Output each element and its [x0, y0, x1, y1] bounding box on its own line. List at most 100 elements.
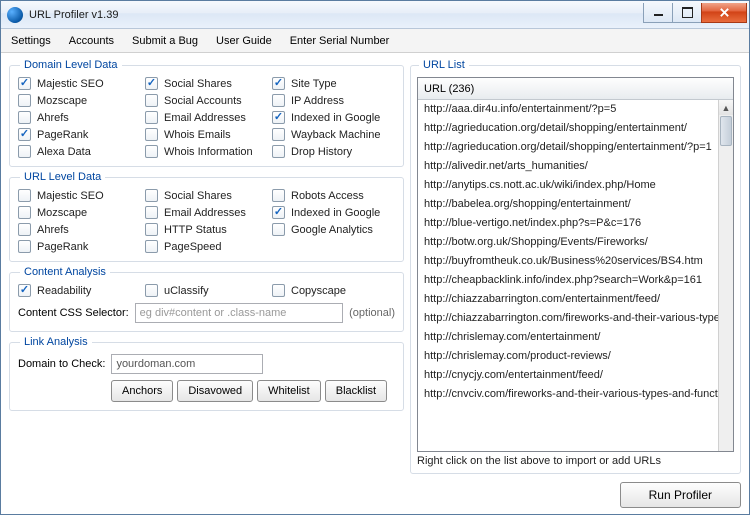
url-list-scrollbar[interactable]: ▲ — [718, 100, 733, 451]
content-checkbox-1[interactable]: uClassify — [145, 284, 268, 297]
checkbox-label: Majestic SEO — [37, 78, 104, 90]
url-checkbox-3[interactable]: Mozscape — [18, 206, 141, 219]
checkbox-icon — [272, 94, 285, 107]
url-list-item[interactable]: http://chrislemay.com/product-reviews/ — [418, 347, 718, 366]
menu-submit-bug[interactable]: Submit a Bug — [132, 35, 198, 47]
checkbox-icon — [18, 240, 31, 253]
checkbox-icon — [272, 189, 285, 202]
url-list-box[interactable]: URL (236) http://aaa.dir4u.info/entertai… — [417, 77, 734, 452]
domain-checkbox-11[interactable]: Wayback Machine — [272, 128, 395, 141]
url-list-item[interactable]: http://alivedir.net/arts_humanities/ — [418, 157, 718, 176]
domain-checkbox-2[interactable]: Site Type — [272, 77, 395, 90]
whitelist-button[interactable]: Whitelist — [257, 380, 321, 402]
domain-checkbox-4[interactable]: Social Accounts — [145, 94, 268, 107]
url-list-item[interactable]: http://cnycjy.com/entertainment/feed/ — [418, 366, 718, 385]
content-checkbox-0[interactable]: Readability — [18, 284, 141, 297]
url-checkbox-9[interactable]: PageRank — [18, 240, 141, 253]
domain-checkbox-8[interactable]: Indexed in Google — [272, 111, 395, 124]
menu-settings[interactable]: Settings — [11, 35, 51, 47]
url-list-item[interactable]: http://babelea.org/shopping/entertainmen… — [418, 195, 718, 214]
checkbox-icon — [145, 240, 158, 253]
checkbox-label: Copyscape — [291, 285, 346, 297]
url-list-item[interactable]: http://cheapbacklink.info/index.php?sear… — [418, 271, 718, 290]
menu-bar: Settings Accounts Submit a Bug User Guid… — [1, 29, 749, 53]
checkbox-icon — [272, 145, 285, 158]
url-list-header[interactable]: URL (236) — [418, 78, 733, 100]
anchors-button[interactable]: Anchors — [111, 380, 173, 402]
url-checkbox-6[interactable]: Ahrefs — [18, 223, 141, 236]
checkbox-icon — [145, 128, 158, 141]
domain-checkbox-3[interactable]: Mozscape — [18, 94, 141, 107]
domain-checkbox-5[interactable]: IP Address — [272, 94, 395, 107]
url-checkbox-0[interactable]: Majestic SEO — [18, 189, 141, 202]
url-checkbox-2[interactable]: Robots Access — [272, 189, 395, 202]
domain-checkbox-9[interactable]: PageRank — [18, 128, 141, 141]
url-checkbox-10[interactable]: PageSpeed — [145, 240, 268, 253]
domain-checkbox-10[interactable]: Whois Emails — [145, 128, 268, 141]
url-list-item[interactable]: http://chrislemay.com/entertainment/ — [418, 328, 718, 347]
checkbox-label: Indexed in Google — [291, 207, 380, 219]
checkbox-icon — [18, 111, 31, 124]
url-list-item[interactable]: http://chiazzabarrington.com/entertainme… — [418, 290, 718, 309]
checkbox-icon — [145, 111, 158, 124]
url-list-legend: URL List — [419, 59, 469, 71]
checkbox-label: IP Address — [291, 95, 344, 107]
close-button[interactable] — [701, 3, 747, 23]
checkbox-icon — [18, 77, 31, 90]
checkbox-label: PageSpeed — [164, 241, 222, 253]
domain-checkbox-1[interactable]: Social Shares — [145, 77, 268, 90]
minimize-button[interactable] — [643, 3, 673, 23]
url-list-item[interactable]: http://anytips.cs.nott.ac.uk/wiki/index.… — [418, 176, 718, 195]
domain-checkbox-14[interactable]: Drop History — [272, 145, 395, 158]
checkbox-label: Email Addresses — [164, 207, 246, 219]
disavowed-button[interactable]: Disavowed — [177, 380, 253, 402]
menu-accounts[interactable]: Accounts — [69, 35, 114, 47]
domain-checkbox-12[interactable]: Alexa Data — [18, 145, 141, 158]
checkbox-label: Google Analytics — [291, 224, 373, 236]
url-list-item[interactable]: http://agrieducation.org/detail/shopping… — [418, 138, 718, 157]
scroll-up-icon[interactable]: ▲ — [719, 100, 733, 115]
url-checkbox-7[interactable]: HTTP Status — [145, 223, 268, 236]
checkbox-label: PageRank — [37, 241, 88, 253]
run-profiler-button[interactable]: Run Profiler — [620, 482, 741, 508]
css-selector-optional: (optional) — [349, 307, 395, 319]
domain-checkbox-13[interactable]: Whois Information — [145, 145, 268, 158]
blacklist-button[interactable]: Blacklist — [325, 380, 387, 402]
domain-checkbox-7[interactable]: Email Addresses — [145, 111, 268, 124]
domain-to-check-input[interactable] — [111, 354, 263, 374]
url-list-item[interactable]: http://blue-vertigo.net/index.php?s=P&c=… — [418, 214, 718, 233]
scroll-thumb[interactable] — [720, 116, 732, 146]
content-checkbox-2[interactable]: Copyscape — [272, 284, 395, 297]
css-selector-input[interactable] — [135, 303, 343, 323]
css-selector-label: Content CSS Selector: — [18, 307, 129, 319]
url-list-item[interactable]: http://buyfromtheuk.co.uk/Business%20ser… — [418, 252, 718, 271]
url-checkbox-1[interactable]: Social Shares — [145, 189, 268, 202]
checkbox-label: Wayback Machine — [291, 129, 380, 141]
maximize-button[interactable] — [672, 3, 702, 23]
title-bar: URL Profiler v1.39 — [1, 1, 749, 29]
url-checkbox-8[interactable]: Google Analytics — [272, 223, 395, 236]
checkbox-label: Site Type — [291, 78, 337, 90]
checkbox-icon — [145, 77, 158, 90]
url-list-item[interactable]: http://agrieducation.org/detail/shopping… — [418, 119, 718, 138]
menu-user-guide[interactable]: User Guide — [216, 35, 272, 47]
url-list-item[interactable]: http://cnvciv.com/fireworks-and-their-va… — [418, 385, 718, 404]
checkbox-label: Mozscape — [37, 207, 87, 219]
checkbox-icon — [272, 206, 285, 219]
url-list-item[interactable]: http://aaa.dir4u.info/entertainment/?p=5 — [418, 100, 718, 119]
content-analysis-legend: Content Analysis — [20, 266, 110, 278]
domain-checkbox-6[interactable]: Ahrefs — [18, 111, 141, 124]
url-checkbox-4[interactable]: Email Addresses — [145, 206, 268, 219]
checkbox-icon — [145, 94, 158, 107]
domain-checkbox-0[interactable]: Majestic SEO — [18, 77, 141, 90]
checkbox-label: Social Shares — [164, 190, 232, 202]
url-list-item[interactable]: http://botw.org.uk/Shopping/Events/Firew… — [418, 233, 718, 252]
url-checkbox-5[interactable]: Indexed in Google — [272, 206, 395, 219]
checkbox-icon — [145, 223, 158, 236]
checkbox-icon — [272, 223, 285, 236]
checkbox-label: Robots Access — [291, 190, 364, 202]
checkbox-icon — [18, 145, 31, 158]
menu-enter-serial[interactable]: Enter Serial Number — [290, 35, 390, 47]
url-list-item[interactable]: http://chiazzabarrington.com/fireworks-a… — [418, 309, 718, 328]
checkbox-label: Ahrefs — [37, 112, 69, 124]
